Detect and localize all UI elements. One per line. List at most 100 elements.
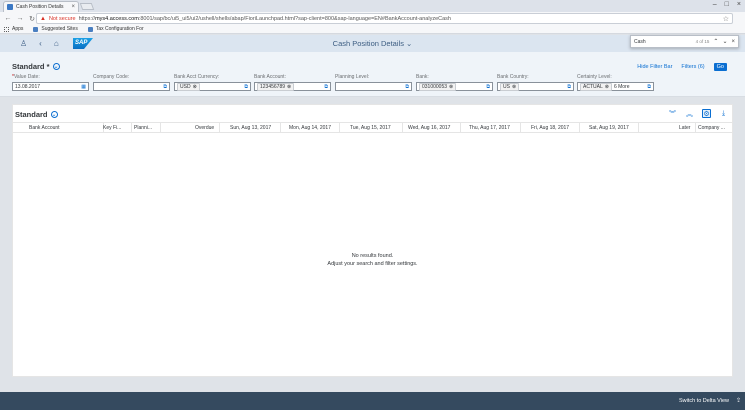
company-code-field: Company Code: ⧉ <box>93 74 170 91</box>
reload-icon[interactable]: ↻ <box>28 15 36 23</box>
page-icon <box>33 26 39 32</box>
bookmark-suggested-sites[interactable]: Suggested Sites <box>33 26 78 32</box>
find-bar: Cash 4 of 15 ⌃ ⌄ × <box>630 35 739 48</box>
filter-bar: Standard * ⌄ Hide Filter Bar Filters (6)… <box>0 52 745 97</box>
find-prev-icon[interactable]: ⌃ <box>713 38 718 45</box>
page-icon <box>87 26 93 32</box>
find-close-icon[interactable]: × <box>731 39 735 45</box>
chevron-down-icon[interactable]: ⌄ <box>50 111 58 118</box>
value-help-icon[interactable]: ⧉ <box>244 84 248 90</box>
new-tab-button[interactable] <box>79 3 95 10</box>
sap-favicon-icon <box>7 4 13 10</box>
hide-filter-bar-button[interactable]: Hide Filter Bar <box>637 64 672 70</box>
certainty-level-input[interactable]: ACTUAL ⊗ 6 More ⧉ <box>577 82 654 91</box>
window-controls: – □ × <box>713 1 741 8</box>
company-code-input[interactable]: ⧉ <box>93 82 170 91</box>
bank-country-field: Bank Country: US ⊗ ⧉ <box>497 74 574 91</box>
token-remove-icon[interactable]: ⊗ <box>512 84 516 90</box>
bank-field: Bank: 031000053 ⊗ ⧉ <box>416 74 493 91</box>
expand-all-icon[interactable]: ︽ <box>685 109 694 118</box>
table-variant-selector[interactable]: Standard ⌄ <box>15 110 58 119</box>
bookmark-apps[interactable]: Apps <box>4 26 23 32</box>
maximize-icon[interactable]: □ <box>725 1 729 8</box>
apps-grid-icon <box>4 26 9 32</box>
planning-level-field: Planning Level: ⧉ <box>335 74 412 91</box>
bookmark-tax-configuration[interactable]: Tax Configuration For <box>87 26 144 32</box>
browser-tab-bar: Cash Position Details × – □ × <box>0 0 745 12</box>
token[interactable]: 123456789 ⊗ <box>257 82 295 91</box>
collapse-all-icon[interactable]: ︾ <box>668 109 677 118</box>
value-date-input[interactable]: 13.08.2017 ▦ <box>12 82 89 91</box>
value-date-field: *Value Date: 13.08.2017 ▦ <box>12 74 89 91</box>
column-wed-aug-16[interactable]: Wed, Aug 16, 2017 <box>408 125 450 131</box>
column-later[interactable]: Later <box>679 125 690 131</box>
filters-button[interactable]: Filters (6) <box>681 64 704 70</box>
certainty-level-field: Certainty Level: ACTUAL ⊗ 6 More ⧉ <box>577 74 654 91</box>
share-icon[interactable]: ⇪ <box>736 397 741 404</box>
chevron-down-icon[interactable]: ⌄ <box>52 63 60 70</box>
column-company[interactable]: Company ... <box>698 125 725 131</box>
value-help-icon[interactable]: ⧉ <box>324 84 328 90</box>
planning-level-input[interactable]: ⧉ <box>335 82 412 91</box>
go-button[interactable]: Go <box>713 63 727 71</box>
tab-close-icon[interactable]: × <box>71 4 75 10</box>
more-tokens-link[interactable]: 6 More <box>614 84 630 90</box>
column-sun-aug-13[interactable]: Sun, Aug 13, 2017 <box>230 125 271 131</box>
browser-tab[interactable]: Cash Position Details × <box>3 1 79 12</box>
find-next-icon[interactable]: ⌄ <box>722 38 727 45</box>
results-table-panel: Standard ⌄ ︾ ︽ ⚙ ⤓ Bank Account Key Fi..… <box>12 104 733 377</box>
no-data-message: No results found. Adjust your search and… <box>327 253 418 267</box>
variant-selector[interactable]: Standard * ⌄ <box>12 62 60 71</box>
token[interactable]: 031000053 ⊗ <box>419 82 457 91</box>
value-help-icon[interactable]: ⧉ <box>567 84 571 90</box>
bank-account-input[interactable]: 123456789 ⊗ ⧉ <box>254 82 331 91</box>
token[interactable]: USD ⊗ <box>177 82 200 91</box>
close-window-icon[interactable]: × <box>737 1 741 8</box>
token-remove-icon[interactable]: ⊗ <box>193 84 197 90</box>
column-overdue[interactable]: Overdue <box>195 125 214 131</box>
bookmarks-bar: Apps Suggested Sites Tax Configuration F… <box>0 25 745 34</box>
column-sat-aug-19[interactable]: Sat, Aug 19, 2017 <box>589 125 629 131</box>
value-help-icon[interactable]: ⧉ <box>486 84 490 90</box>
value-help-icon[interactable]: ⧉ <box>405 84 409 90</box>
column-fri-aug-18[interactable]: Fri, Aug 18, 2017 <box>531 125 569 131</box>
bank-country-input[interactable]: US ⊗ ⧉ <box>497 82 574 91</box>
bank-input[interactable]: 031000053 ⊗ ⧉ <box>416 82 493 91</box>
column-mon-aug-14[interactable]: Mon, Aug 14, 2017 <box>289 125 331 131</box>
browser-navbar: ← → ↻ ▲ Not secure https://mys4.access.c… <box>0 12 745 25</box>
value-help-icon[interactable]: ⧉ <box>163 84 167 90</box>
forward-icon[interactable]: → <box>16 15 24 22</box>
bank-acct-currency-field: Bank Acct Currency: USD ⊗ ⧉ <box>174 74 251 91</box>
tab-title: Cash Position Details <box>16 4 64 10</box>
column-key-figure[interactable]: Key Fi... <box>103 125 121 131</box>
column-bank-account[interactable]: Bank Account <box>29 125 60 131</box>
bank-account-field: Bank Account: 123456789 ⊗ ⧉ <box>254 74 331 91</box>
footer-bar: Switch to Delta View ⇪ <box>0 392 745 410</box>
column-thu-aug-17[interactable]: Thu, Aug 17, 2017 <box>469 125 510 131</box>
address-bar[interactable]: ▲ Not secure https://mys4.access.com:800… <box>36 13 733 24</box>
table-header: Bank Account Key Fi... Planni... Overdue… <box>13 122 732 133</box>
token-remove-icon[interactable]: ⊗ <box>449 84 453 90</box>
not-secure-label: Not secure <box>48 15 76 22</box>
chevron-down-icon: ⌄ <box>406 39 413 48</box>
token-remove-icon[interactable]: ⊗ <box>605 84 609 90</box>
calendar-icon[interactable]: ▦ <box>81 84 86 90</box>
find-input[interactable]: Cash <box>634 39 692 45</box>
settings-gear-icon[interactable]: ⚙ <box>702 109 711 118</box>
table-toolbar: ︾ ︽ ⚙ ⤓ <box>668 109 728 118</box>
value-help-icon[interactable]: ⧉ <box>647 84 651 90</box>
token[interactable]: ACTUAL ⊗ <box>580 82 612 91</box>
token-remove-icon[interactable]: ⊗ <box>287 84 291 90</box>
find-count: 4 of 15 <box>695 39 710 44</box>
bookmark-star-icon[interactable]: ☆ <box>723 15 729 23</box>
column-tue-aug-15[interactable]: Tue, Aug 15, 2017 <box>350 125 391 131</box>
url-text[interactable]: https://mys4.access.com:8001/sap/bc/ui5_… <box>79 16 720 22</box>
back-icon[interactable]: ← <box>4 15 12 22</box>
warning-icon: ▲ <box>40 15 46 22</box>
export-icon[interactable]: ⤓ <box>719 109 728 118</box>
bank-acct-currency-input[interactable]: USD ⊗ ⧉ <box>174 82 251 91</box>
switch-to-delta-view-button[interactable]: Switch to Delta View <box>679 398 729 404</box>
minimize-icon[interactable]: – <box>713 1 717 8</box>
column-planning[interactable]: Planni... <box>134 125 152 131</box>
token[interactable]: US ⊗ <box>500 82 520 91</box>
